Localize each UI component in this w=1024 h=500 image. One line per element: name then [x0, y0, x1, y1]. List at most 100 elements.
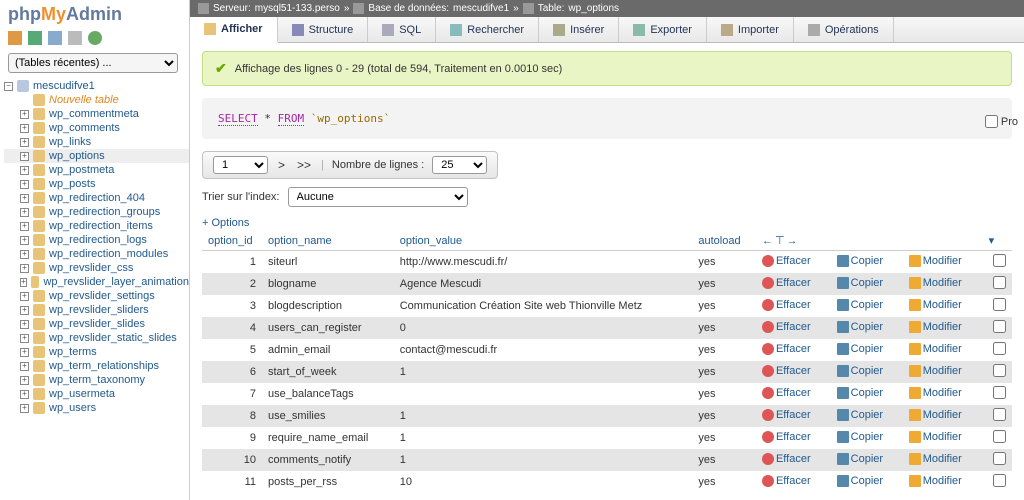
tree-table-wp_redirection_logs[interactable]: +wp_redirection_logs — [4, 233, 189, 247]
copy-button[interactable]: Copier — [837, 453, 883, 465]
tab-structure[interactable]: Structure — [278, 17, 369, 42]
expand-icon[interactable]: + — [20, 362, 29, 371]
col-option-id[interactable]: option_id — [208, 235, 253, 247]
row-checkbox[interactable] — [993, 408, 1006, 421]
expand-icon[interactable]: + — [20, 278, 27, 287]
expand-icon[interactable]: + — [20, 208, 29, 217]
expand-icon[interactable]: + — [20, 320, 29, 329]
tree-database[interactable]: − mescudifve1 — [4, 79, 189, 93]
expand-icon[interactable]: + — [20, 194, 29, 203]
delete-button[interactable]: Effacer — [762, 277, 811, 289]
column-reorder-tools[interactable]: ←⊤→ — [756, 231, 983, 251]
row-checkbox[interactable] — [993, 430, 1006, 443]
edit-button[interactable]: Modifier — [909, 299, 962, 311]
tree-table-wp_users[interactable]: +wp_users — [4, 401, 189, 415]
row-checkbox[interactable] — [993, 254, 1006, 267]
copy-button[interactable]: Copier — [837, 431, 883, 443]
tree-table-wp_postmeta[interactable]: +wp_postmeta — [4, 163, 189, 177]
expand-icon[interactable]: + — [20, 348, 29, 357]
tab-insert[interactable]: Insérer — [539, 17, 619, 42]
edit-button[interactable]: Modifier — [909, 343, 962, 355]
edit-button[interactable]: Modifier — [909, 365, 962, 377]
tree-table-wp_options[interactable]: +wp_options — [4, 149, 189, 163]
tree-table-wp_redirection_items[interactable]: +wp_redirection_items — [4, 219, 189, 233]
delete-button[interactable]: Effacer — [762, 431, 811, 443]
row-checkbox[interactable] — [993, 474, 1006, 487]
tree-table-wp_posts[interactable]: +wp_posts — [4, 177, 189, 191]
edit-button[interactable]: Modifier — [909, 277, 962, 289]
expand-icon[interactable]: + — [20, 250, 29, 259]
col-option-value[interactable]: option_value — [400, 235, 462, 247]
tree-table-wp_links[interactable]: +wp_links — [4, 135, 189, 149]
recent-tables-select[interactable]: (Tables récentes) ... — [8, 53, 178, 73]
collapse-icon[interactable]: − — [4, 82, 13, 91]
profiling-cb[interactable] — [985, 115, 998, 128]
sql-icon[interactable] — [48, 31, 62, 45]
copy-button[interactable]: Copier — [837, 343, 883, 355]
row-checkbox[interactable] — [993, 386, 1006, 399]
tab-browse[interactable]: Afficher — [190, 17, 278, 43]
delete-button[interactable]: Effacer — [762, 409, 811, 421]
copy-button[interactable]: Copier — [837, 255, 883, 267]
edit-button[interactable]: Modifier — [909, 409, 962, 421]
col-autoload[interactable]: autoload — [698, 235, 740, 247]
edit-button[interactable]: Modifier — [909, 255, 962, 267]
tree-table-wp_redirection_groups[interactable]: +wp_redirection_groups — [4, 205, 189, 219]
tree-table-wp_redirection_404[interactable]: +wp_redirection_404 — [4, 191, 189, 205]
expand-icon[interactable]: + — [20, 222, 29, 231]
tree-table-wp_usermeta[interactable]: +wp_usermeta — [4, 387, 189, 401]
sort-index-select[interactable]: Aucune — [288, 187, 468, 207]
profiling-checkbox[interactable]: Pro — [985, 115, 1018, 128]
row-checkbox[interactable] — [993, 342, 1006, 355]
home-icon[interactable] — [8, 31, 22, 45]
logo[interactable]: phpMyAdmin — [0, 0, 189, 29]
edit-button[interactable]: Modifier — [909, 321, 962, 333]
tree-table-wp_term_taxonomy[interactable]: +wp_term_taxonomy — [4, 373, 189, 387]
new-table-link[interactable]: Nouvelle table — [4, 93, 189, 107]
column-menu-icon[interactable]: ▾ — [989, 235, 995, 247]
tree-table-wp_term_relationships[interactable]: +wp_term_relationships — [4, 359, 189, 373]
copy-button[interactable]: Copier — [837, 409, 883, 421]
options-link[interactable]: + Options — [202, 217, 249, 229]
tree-table-wp_redirection_modules[interactable]: +wp_redirection_modules — [4, 247, 189, 261]
edit-button[interactable]: Modifier — [909, 431, 962, 443]
next-page-button[interactable]: > — [276, 158, 287, 172]
expand-icon[interactable]: + — [20, 376, 29, 385]
expand-icon[interactable]: + — [20, 110, 29, 119]
delete-button[interactable]: Effacer — [762, 299, 811, 311]
tree-table-wp_terms[interactable]: +wp_terms — [4, 345, 189, 359]
docs-icon[interactable] — [68, 31, 82, 45]
tab-sql[interactable]: SQL — [368, 17, 436, 42]
expand-icon[interactable]: + — [20, 124, 29, 133]
delete-button[interactable]: Effacer — [762, 255, 811, 267]
expand-icon[interactable]: + — [20, 138, 29, 147]
expand-icon[interactable]: + — [20, 306, 29, 315]
tree-table-wp_revslider_static_slides[interactable]: +wp_revslider_static_slides — [4, 331, 189, 345]
copy-button[interactable]: Copier — [837, 387, 883, 399]
copy-button[interactable]: Copier — [837, 299, 883, 311]
delete-button[interactable]: Effacer — [762, 365, 811, 377]
expand-icon[interactable]: + — [20, 390, 29, 399]
delete-button[interactable]: Effacer — [762, 453, 811, 465]
tree-table-wp_comments[interactable]: +wp_comments — [4, 121, 189, 135]
tree-table-wp_revslider_css[interactable]: +wp_revslider_css — [4, 261, 189, 275]
crumb-table[interactable]: wp_options — [568, 3, 619, 14]
tree-table-wp_revslider_sliders[interactable]: +wp_revslider_sliders — [4, 303, 189, 317]
delete-button[interactable]: Effacer — [762, 475, 811, 487]
crumb-db[interactable]: mescudifve1 — [453, 3, 509, 14]
row-checkbox[interactable] — [993, 452, 1006, 465]
page-select[interactable]: 1 — [213, 156, 268, 174]
row-checkbox[interactable] — [993, 364, 1006, 377]
expand-icon[interactable]: + — [20, 292, 29, 301]
copy-button[interactable]: Copier — [837, 321, 883, 333]
delete-button[interactable]: Effacer — [762, 321, 811, 333]
tab-search[interactable]: Rechercher — [436, 17, 539, 42]
expand-icon[interactable]: + — [20, 166, 29, 175]
tab-operations[interactable]: Opérations — [794, 17, 894, 42]
edit-button[interactable]: Modifier — [909, 387, 962, 399]
crumb-server[interactable]: mysql51-133.perso — [255, 3, 340, 14]
expand-icon[interactable]: + — [20, 180, 29, 189]
last-page-button[interactable]: >> — [295, 158, 313, 172]
row-checkbox[interactable] — [993, 276, 1006, 289]
edit-button[interactable]: Modifier — [909, 453, 962, 465]
